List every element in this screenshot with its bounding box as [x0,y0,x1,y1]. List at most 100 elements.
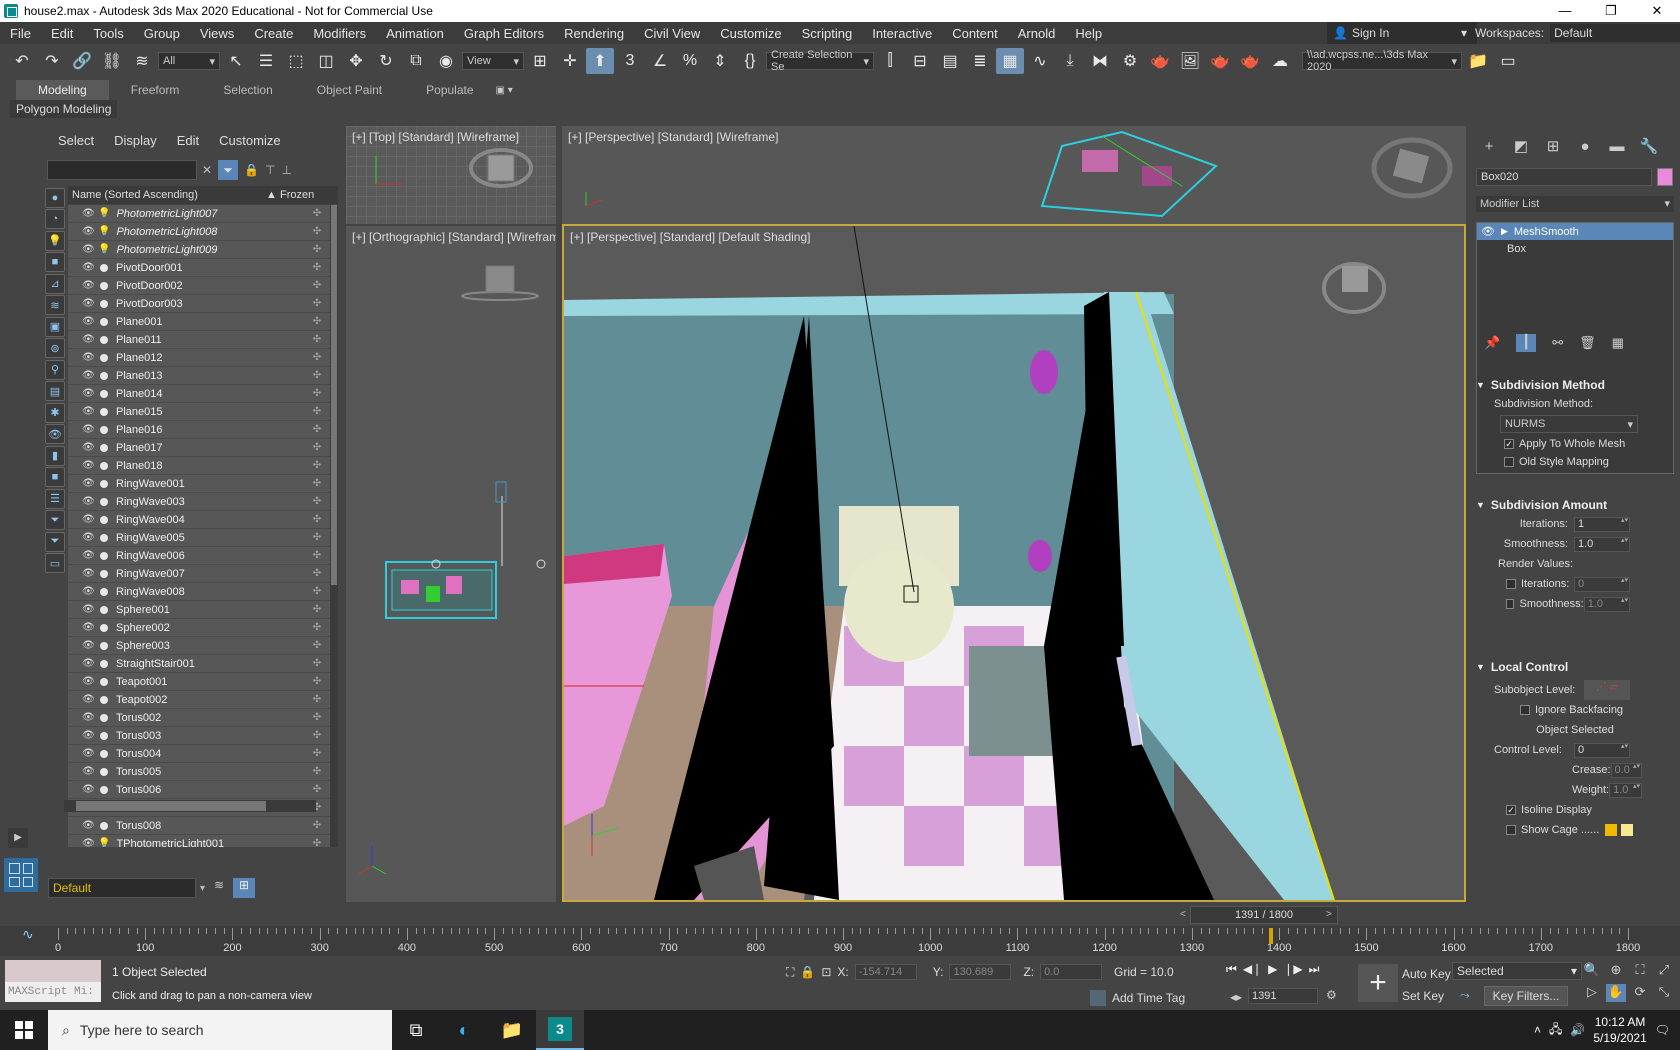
menu-tools[interactable]: Tools [83,26,133,41]
subobject-level-buttons[interactable]: ⋰ ▱ [1584,680,1630,700]
menu-help[interactable]: Help [1065,26,1112,41]
move-icon[interactable]: ✥ [342,48,370,74]
selection-filter-dropdown[interactable]: All ▾ [158,52,220,70]
list-item[interactable]: 👁 💡 PhotometricLight009 ✣ [68,241,330,259]
set-keys-icon[interactable]: + [1358,964,1398,1002]
sign-in-button[interactable]: 👤 Sign In ▾ [1327,22,1477,44]
visibility-eye-icon[interactable]: 👁 [82,694,96,705]
menu-civil-view[interactable]: Civil View [634,26,710,41]
freeze-toggle-icon[interactable]: ✣ [304,460,330,471]
scene-list-scrollbar[interactable] [330,205,338,847]
timeline-ruler[interactable]: 0 100 200 300 400 500 600 700 800 900 1000 1100 1200… [55,928,1640,954]
ribbon-tab-modeling[interactable]: Modeling [16,80,109,100]
visibility-eye-icon[interactable]: 👁 [82,280,96,291]
control-level-spinner[interactable]: 0 [1574,742,1630,758]
list-item[interactable]: 👁 Plane014 ✣ [68,385,330,403]
visibility-eye-icon[interactable]: 👁 [82,784,96,795]
time-slider-next[interactable]: > [1326,906,1340,924]
shapes-filter-icon[interactable]: ◔ [45,209,65,229]
visibility-eye-icon[interactable]: 👁 [82,370,96,381]
freeze-toggle-icon[interactable]: ✣ [304,514,330,525]
render-production-icon[interactable]: 🫖 [1206,48,1234,74]
viewport-orthographic[interactable]: [+] [Orthographic] [Standard] [Wirefram [346,226,556,902]
visibility-eye-icon[interactable]: 👁 [82,406,96,417]
motion-tab-icon[interactable]: ● [1574,136,1596,156]
list-item[interactable]: 👁 Plane015 ✣ [68,403,330,421]
visibility-eye-icon[interactable]: 👁 [82,262,96,273]
align-icon[interactable]: ⊟ [906,48,934,74]
funnel-alt-icon[interactable]: ⏷ [45,531,65,552]
create-tab-icon[interactable]: + [1478,136,1500,156]
visibility-eye-icon[interactable]: 👁 [82,226,96,237]
modifier-list-dropdown[interactable]: Modifier List ▾ [1476,196,1674,212]
column-frozen[interactable]: Frozen [280,189,338,201]
absolute-mode-icon[interactable]: ⊡ [821,965,831,979]
visibility-eye-icon[interactable]: 👁 [82,640,96,651]
isolate-icon[interactable]: ⛶ [786,965,794,980]
key-mode-icon[interactable]: ◂▸ [1230,990,1242,1004]
menu-customize[interactable]: Customize [710,26,791,41]
list-filter-icon[interactable]: ☰ [45,488,65,509]
se-menu-display[interactable]: Display [114,133,157,148]
lock-icon[interactable]: 🔒 [244,163,259,177]
create-selection-set-dropdown[interactable]: Create Selection Se ▾ [766,49,874,73]
freeze-toggle-icon[interactable]: ✣ [304,838,330,847]
column-name[interactable]: Name (Sorted Ascending) [68,189,266,201]
modify-tab-icon[interactable]: ◩ [1510,136,1532,156]
list-item[interactable]: 👁 Torus003 ✣ [68,727,330,745]
crease-spinner[interactable]: 0.0 [1610,762,1642,778]
track-bar[interactable]: ∿ 0 100 200 300 400 500 600 700 800 900 1000 1100 12… [0,926,1680,956]
visibility-eye-icon[interactable]: 👁 [82,838,96,847]
undo-icon[interactable]: ↶ [8,48,36,74]
freeze-toggle-icon[interactable]: ✣ [304,748,330,759]
orbit-icon[interactable]: ⟳ [1630,984,1650,1002]
spinner-snap-icon[interactable]: ⇕ [706,48,734,74]
freeze-toggle-icon[interactable]: ✣ [304,532,330,543]
visibility-eye-icon[interactable]: 👁 [82,424,96,435]
zoom-all-icon[interactable]: ⊕ [1606,962,1626,980]
place-icon[interactable]: ◉ [432,48,460,74]
visibility-eye-icon[interactable]: 👁 [82,388,96,399]
scale-icon[interactable]: ⧉ [402,48,430,74]
viewport-top[interactable]: [+] [Top] [Standard] [Wireframe] [346,126,556,224]
bones-filter-icon[interactable]: ⚲ [45,359,65,380]
list-item[interactable]: 👁 RingWave007 ✣ [68,565,330,583]
freeze-toggle-icon[interactable]: ✣ [304,622,330,633]
render-smoothness-checkbox[interactable] [1506,599,1515,609]
visibility-eye-icon[interactable]: 👁 [82,532,96,543]
visibility-eye-icon[interactable]: 👁 [82,208,96,219]
3ds-max-taskbar-icon[interactable]: 3 [536,1010,584,1050]
apply-whole-mesh-checkbox[interactable]: ✓ [1504,439,1514,449]
freeze-toggle-icon[interactable]: ✣ [304,694,330,705]
list-item[interactable]: 👁 Plane001 ✣ [68,313,330,331]
unlink-icon[interactable]: ⛓ [98,48,126,74]
set-key-button[interactable]: Set Key [1402,986,1451,1008]
edge-browser-icon[interactable]: ◐ [440,1010,488,1050]
goto-end-icon[interactable]: ⏭ [1309,962,1320,977]
menu-rendering[interactable]: Rendering [554,26,634,41]
time-config-icon[interactable]: ⚙ [1326,988,1337,1002]
menu-graph-editors[interactable]: Graph Editors [454,26,554,41]
list-item[interactable]: 👁 💡 TPhotometricLight001 ✣ [68,835,330,847]
configure-sets-icon[interactable]: ▦ [1612,335,1624,351]
volume-icon[interactable]: 🔊 [1570,1023,1585,1037]
freeze-toggle-icon[interactable]: ✣ [304,604,330,615]
render-iterative-icon[interactable]: 🫖 [1236,48,1264,74]
x-coordinate-field[interactable]: -154.714 [854,964,917,980]
ribbon-tab-populate[interactable]: Populate [404,80,495,100]
visibility-eye-icon[interactable]: 👁 [82,748,96,759]
weight-spinner[interactable]: 1.0 [1609,782,1642,798]
freeze-toggle-icon[interactable]: ✣ [304,712,330,723]
visibility-eye-icon[interactable]: 👁 [82,676,96,687]
select-by-name-icon[interactable]: ☰ [252,48,280,74]
modifier-stack-item-meshsmooth[interactable]: 👁 ▶ MeshSmooth [1477,223,1673,240]
keyboard-shortcut-override-icon[interactable]: ⬆ [586,48,614,74]
particles-filter-icon[interactable]: ✱ [45,402,65,423]
se-menu-select[interactable]: Select [58,133,94,148]
list-item[interactable]: 👁 Sphere003 ✣ [68,637,330,655]
rollout-header-subdivision-amount[interactable]: ▼ Subdivision Amount [1476,496,1674,514]
menu-group[interactable]: Group [134,26,190,41]
layer-dropdown[interactable]: Default [48,878,196,898]
schematic-view-icon[interactable]: ⧓ [1086,48,1114,74]
visibility-eye-icon[interactable]: 👁 [82,586,96,597]
